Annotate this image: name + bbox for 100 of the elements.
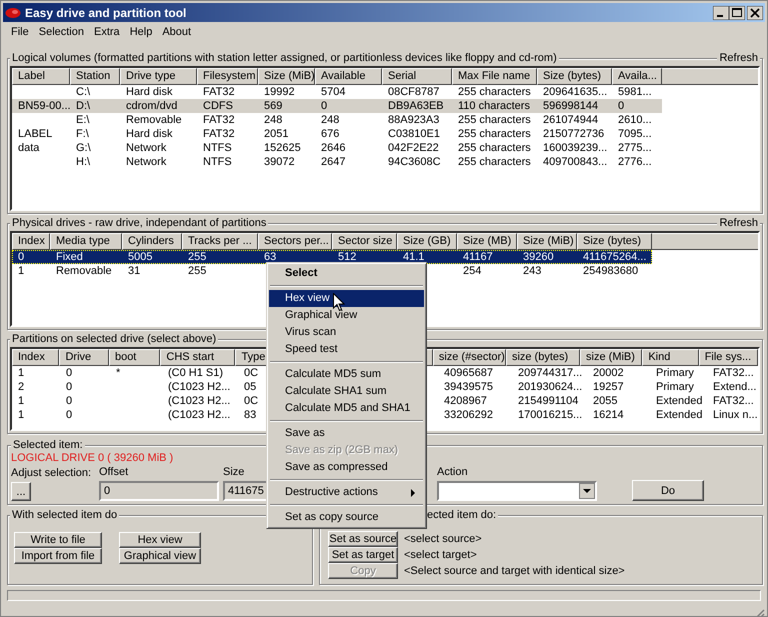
column-header[interactable]: Size (MB) [457,233,517,250]
table-cell: 40965687 [444,367,493,379]
context-menu-item[interactable]: Speed test [269,341,424,358]
menu-item[interactable]: About [157,26,196,38]
table-cell: 0 [66,367,72,379]
action-button[interactable]: Hex view [119,532,201,548]
table-cell: 201930624... [518,381,582,393]
table-cell: 243 [523,265,542,277]
table-cell: 39072 [264,156,295,168]
action-button[interactable]: Import from file [14,548,102,564]
column-header[interactable]: size (MiB) [580,349,642,366]
column-header[interactable]: CHS start [160,349,236,366]
copy-status-text: <Select source and target with identical size> [404,565,625,577]
table-cell: 0C [244,367,258,379]
column-header[interactable]: Size (bytes) [577,233,652,250]
menu-item[interactable]: Selection [34,26,89,38]
column-header[interactable]: Sector size [332,233,397,250]
menu-item[interactable]: File [6,26,34,38]
column-header[interactable]: Filesystem [197,68,258,85]
minimize-button[interactable] [713,6,729,20]
column-header[interactable]: Station [70,68,120,85]
offset-label: Offset [99,465,128,479]
column-header[interactable]: Label [12,68,70,85]
table-cell: 248 [264,114,282,126]
table-cell: 160039239... [543,142,608,154]
table-cell: data [18,142,40,154]
column-header[interactable]: Index [12,233,50,250]
context-menu-item[interactable]: Hex view [269,290,424,307]
copy-action-button[interactable]: Set as target [328,547,398,563]
action-dropdown[interactable] [437,481,597,501]
menu-header: Select [284,266,318,281]
table-cell: Network [126,156,166,168]
menu-item[interactable]: Extra [89,26,125,38]
column-header[interactable]: Availa... [612,68,662,85]
column-header[interactable]: size (#sector) [432,349,506,366]
size-label: Size [223,465,244,479]
context-menu-item[interactable]: Set as copy source [269,509,424,526]
table-cell: 209641635... [543,86,608,98]
action-button[interactable]: Graphical view [119,548,201,564]
column-header[interactable]: Media type [50,233,122,250]
group-label: Logical volumes (formatted partitions with station letter assigned, or partitionless devices like floppy and cd-rom) [10,51,559,65]
table-cell: 255 [188,265,206,277]
table-cell: NTFS [203,142,232,154]
context-menu-item[interactable]: Calculate MD5 sum [269,366,424,383]
column-header[interactable]: Cylinders [122,233,182,250]
table-cell: (C1023 H2... [168,409,230,421]
table-cell: 88A923A3 [388,114,440,126]
column-header[interactable]: Drive [59,349,109,366]
table-cell: 7095... [618,128,652,140]
selected-row[interactable]: 0 Fixed 5005 255 63 512 41.1 41167 39260 411675264... [12,250,652,264]
close-button[interactable] [747,6,763,20]
column-header[interactable]: Size (MiB) [517,233,577,250]
copy-status-text: <select source> [404,533,482,545]
column-header[interactable]: Kind [642,349,699,366]
column-header[interactable]: Available [315,68,382,85]
table-cell: 255 characters [458,86,531,98]
action-button[interactable]: Write to file [14,532,102,548]
table-cell: Extended [656,395,702,407]
table-cell: 0C [244,395,258,407]
column-header[interactable]: Max File name [452,68,537,85]
context-menu-item[interactable]: Virus scan [269,324,424,341]
selected-row[interactable]: BN59-00... D:\ cdrom/dvd CDFS 569 0 DB9A63EB 110 characters 596998144 0 [12,99,662,113]
table-cell: 94C3608C [388,156,441,168]
column-header[interactable]: File sys... [698,349,758,366]
column-header[interactable]: Size (MiB) [258,68,315,85]
context-menu-item[interactable]: Save as compressed [269,459,424,476]
context-menu-item[interactable]: Save as [269,425,424,442]
table-cell: 254 [463,265,482,277]
table-cell: FAT32... [713,395,754,407]
context-menu-item[interactable]: Calculate MD5 and SHA1 [269,400,424,417]
column-header[interactable]: Index [12,349,60,366]
copy-action-button[interactable]: Set as source [328,531,398,547]
column-header[interactable]: Drive type [120,68,197,85]
selected-item-value: LOGICAL DRIVE 0 ( 39260 MiB ) [11,452,174,465]
column-header[interactable]: Sectors per... [258,233,332,250]
offset-field[interactable]: 0 [99,481,219,501]
column-header[interactable]: boot [108,349,160,366]
table-cell: 39439575 [444,381,493,393]
do-button[interactable]: Do [632,480,704,501]
table-cell: 2051 [264,128,288,140]
column-header[interactable]: Size (GB) [397,233,457,250]
table-cell: 2 [18,381,24,393]
context-menu-item[interactable]: Graphical view [269,307,424,324]
table-cell: 255 [188,251,206,263]
table-cell: Removable [56,265,112,277]
table-cell: 409700843... [543,156,608,168]
table-cell: BN59-00... [18,100,70,112]
column-header[interactable]: size (bytes) [506,349,580,366]
table-cell: 31 [128,265,140,277]
menu-item[interactable]: Help [124,26,158,38]
adjust-button[interactable]: ... [11,482,31,501]
column-header[interactable]: Serial [382,68,452,85]
table-cell: 19257 [593,381,624,393]
column-header[interactable]: Tracks per ... [182,233,258,250]
table-cell: 0 [321,100,328,112]
maximize-button[interactable] [729,6,745,20]
context-menu-item[interactable]: Calculate SHA1 sum [269,383,424,400]
table-cell: Primary [656,367,694,379]
table-cell: Hard disk [126,86,172,98]
column-header[interactable]: Size (bytes) [537,68,612,85]
